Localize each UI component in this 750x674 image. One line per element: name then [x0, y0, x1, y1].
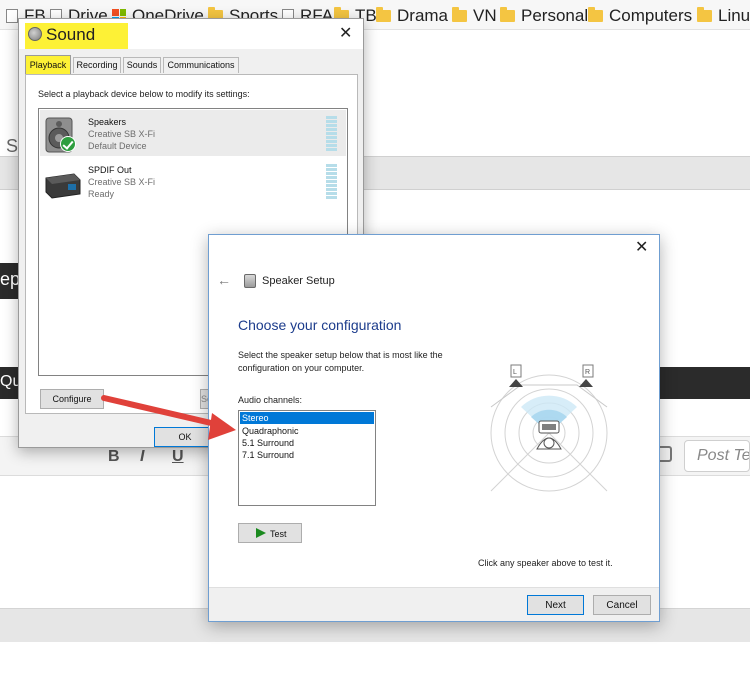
post-text-field[interactable]: Post Te — [684, 440, 750, 472]
folder-icon — [500, 7, 515, 22]
channel-stereo[interactable]: Stereo — [240, 412, 374, 424]
back-arrow-icon[interactable]: ← — [217, 272, 231, 288]
folder-icon — [697, 7, 712, 22]
right-speaker-label: R — [585, 369, 590, 376]
device-spdif-out[interactable]: SPDIF Out Creative SB X-Fi Ready — [40, 158, 346, 204]
setup-description: Select the speaker setup below that is m… — [238, 350, 443, 373]
right-speaker-icon[interactable]: R — [579, 364, 594, 387]
bookmark-label: Computers — [609, 6, 693, 25]
left-speaker-label: L — [513, 369, 517, 376]
underline-button[interactable]: U — [172, 448, 184, 466]
bookmark-label: Personal — [521, 6, 589, 25]
bookmark-computers[interactable]: Computers — [588, 6, 692, 26]
device-name: Speakers — [88, 117, 127, 127]
channel-5-1-surround[interactable]: 5.1 Surround — [240, 437, 374, 449]
bookmark-label: Linux — [718, 6, 750, 25]
panel-instruction: Select a playback device below to modify… — [38, 89, 250, 99]
dialog-footer: Next Cancel — [209, 587, 659, 621]
speaker-setup-icon — [244, 274, 256, 288]
device-status: Ready — [88, 189, 115, 199]
folder-icon — [588, 7, 603, 22]
play-icon — [256, 528, 266, 538]
device-card: Creative SB X-Fi — [88, 129, 156, 139]
bookmark-vn[interactable]: VN — [452, 6, 497, 26]
page-icon — [6, 9, 18, 23]
sound-title: Sound — [46, 25, 96, 44]
configure-button[interactable]: Configure — [40, 389, 104, 409]
folder-icon — [376, 7, 391, 22]
bookmark-label: Drama — [397, 6, 449, 25]
bookmark-label: VN — [473, 6, 497, 25]
speaker-icon — [28, 27, 42, 41]
listener-icon — [536, 420, 562, 450]
setup-title: Speaker Setup — [262, 275, 335, 287]
bookmark-drama[interactable]: Drama — [376, 6, 448, 26]
sound-titlebar: Sound ✕ — [19, 19, 363, 49]
test-label: Test — [270, 529, 287, 539]
test-button[interactable]: Test — [238, 523, 302, 543]
tab-recording[interactable]: Recording — [73, 57, 121, 73]
volume-meter — [326, 164, 337, 200]
channel-7-1-surround[interactable]: 7.1 Surround — [240, 449, 374, 461]
tab-communications[interactable]: Communications — [163, 57, 239, 73]
audio-channels-list[interactable]: Stereo Quadraphonic 5.1 Surround 7.1 Sur… — [238, 410, 376, 506]
page-heading: Choose your configuration — [238, 317, 402, 333]
channels-label: Audio channels: — [238, 395, 303, 405]
ok-button[interactable]: OK — [154, 427, 216, 447]
channel-quadraphonic[interactable]: Quadraphonic — [240, 425, 374, 437]
tab-sounds[interactable]: Sounds — [123, 57, 161, 73]
test-hint: Click any speaker above to test it. — [478, 558, 613, 568]
close-icon[interactable]: ✕ — [635, 240, 648, 256]
device-card: Creative SB X-Fi — [88, 177, 156, 187]
left-speaker-icon[interactable]: L — [509, 364, 523, 387]
folder-icon — [452, 7, 467, 22]
close-icon[interactable]: ✕ — [339, 26, 352, 42]
default-check-icon — [60, 136, 76, 152]
bold-button[interactable]: B — [108, 448, 120, 466]
device-status: Default Device — [88, 141, 147, 151]
bookmark-linux[interactable]: Linux — [697, 6, 750, 26]
device-speakers[interactable]: Speakers Creative SB X-Fi Default Device — [40, 110, 346, 156]
bookmark-personal[interactable]: Personal — [500, 6, 588, 26]
tab-playback[interactable]: Playback — [25, 55, 71, 74]
cancel-button[interactable]: Cancel — [593, 595, 651, 615]
device-name: SPDIF Out — [88, 165, 132, 175]
volume-meter — [326, 116, 337, 152]
speaker-setup-dialog: ✕ ← Speaker Setup Choose your configurat… — [208, 234, 660, 622]
speaker-diagram: L R — [490, 364, 608, 492]
italic-button[interactable]: I — [140, 448, 144, 466]
spdif-device-icon — [45, 173, 81, 199]
next-button[interactable]: Next — [527, 595, 584, 615]
